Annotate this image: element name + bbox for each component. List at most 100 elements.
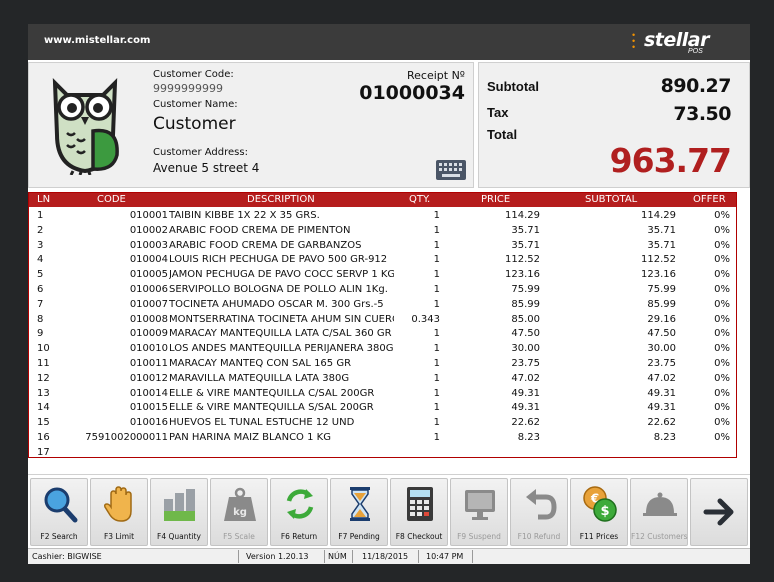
cell-subtotal: 75.99	[647, 284, 676, 295]
table-row[interactable]: 4 010004 LOUIS RICH PECHUGA DE PAVO 500 GR…	[29, 253, 736, 268]
cell-subtotal: 47.50	[647, 328, 676, 340]
table-row[interactable]: 16 7591002000011 PAN HARINA MAIZ BLANCO 1 …	[29, 431, 736, 446]
f12-customers-button[interactable]: F12 Customers	[630, 478, 688, 546]
f11-prices-button[interactable]: € $ F11 Prices	[570, 478, 628, 546]
table-row[interactable]: 17	[29, 446, 736, 461]
subtotal-value: 890.27	[660, 75, 732, 97]
cell-code: 010005	[129, 269, 168, 281]
cell-offer: 0%	[714, 269, 730, 281]
cell-offer: 0%	[714, 387, 730, 399]
cell-ln: 3	[37, 239, 44, 251]
cell-ln: 17	[37, 446, 50, 458]
cell-qty: 1	[433, 254, 440, 266]
f3-limit-button[interactable]: F3 Limit	[90, 478, 148, 546]
monitor-icon	[465, 490, 495, 520]
cell-offer: 0%	[714, 239, 730, 251]
cell-qty: 1	[433, 210, 440, 221]
keyboard-icon[interactable]	[435, 159, 467, 181]
cell-offer: 0%	[714, 358, 730, 369]
status-separator	[238, 550, 239, 563]
status-date: 11/18/2015	[362, 552, 409, 561]
weight-icon: kg	[224, 487, 256, 521]
f3-limit-label: F3 Limit	[103, 532, 135, 541]
cell-qty: 1	[433, 372, 440, 384]
header-code: CODE	[97, 194, 126, 205]
receipt-number: 01000034	[359, 82, 465, 104]
cell-description: ELLE & VIRE MANTEQUILLA S/SAL 200GR	[169, 402, 374, 414]
cell-price: 23.75	[511, 358, 540, 369]
svg-text:kg: kg	[233, 507, 247, 518]
table-row[interactable]: 9 010009 MARACAY MANTEQUILLA LATA C/SAL 36…	[29, 327, 736, 342]
f2-search-button[interactable]: F2 Search	[30, 478, 88, 546]
receipt-label: Receipt Nº	[407, 69, 465, 82]
cell-qty: 1	[433, 402, 440, 414]
status-version: Version 1.20.13	[246, 552, 309, 561]
cell-code: 010002	[129, 224, 168, 236]
pos-window: www.mistellar.com • • • stellar POS Custom…	[28, 24, 750, 564]
table-row[interactable]: 10 010010 LOS ANDES MANTEQUILLA PERIJANERA…	[29, 342, 736, 357]
table-row[interactable]: 3 010003 ARABIC FOOD CREMA DE GARBANZOS 1 35…	[29, 239, 736, 254]
cell-ln: 5	[37, 269, 44, 281]
table-row[interactable]: 5 010005 JAMON PECHUGA DE PAVO COCC SERVP …	[29, 268, 736, 283]
cell-code: 010001	[129, 210, 168, 221]
table-row[interactable]: 12 010012 MARAVILLA MATEQUILLA LATA 380G 1 4…	[29, 372, 736, 387]
cell-subtotal: 114.29	[641, 210, 676, 221]
customer-panel: Customer Code: 9999999999 Customer Name:…	[28, 62, 474, 188]
cell-offer: 0%	[714, 432, 730, 443]
logo-dots-icon: • • •	[632, 30, 636, 52]
cell-ln: 8	[37, 313, 44, 325]
status-separator	[352, 550, 353, 563]
stellar-logo: • • • stellar POS	[632, 29, 732, 55]
cell-offer: 0%	[714, 372, 730, 384]
f10-refund-button[interactable]: F10 Refund	[510, 478, 568, 546]
table-row[interactable]: 1 010001 TAIBIN KIBBE 1X 22 X 35 GRS. 1 114.…	[29, 209, 736, 224]
f9-suspend-label: F9 Suspend	[457, 532, 501, 541]
table-row[interactable]: 13 010014 ELLE & VIRE MANTEQUILLA C/SAL 20…	[29, 387, 736, 402]
f4-quantity-button[interactable]: F4 Quantity	[150, 478, 208, 546]
customer-code-value: 9999999999	[153, 82, 223, 95]
cell-qty: 1	[433, 269, 440, 281]
cell-description: HUEVOS EL TUNAL ESTUCHE 12 UND	[169, 417, 355, 429]
function-toolbar: F2 Search F3 Limit F4 Quantity kg F5 Sca…	[28, 474, 750, 548]
table-row[interactable]: 6 010006 SERVIPOLLO BOLOGNA DE POLLO ALIN …	[29, 283, 736, 298]
next-button[interactable]	[690, 478, 748, 546]
items-grid[interactable]: LN CODE DESCRIPTION QTY. PRICE SUBTOTAL …	[28, 192, 737, 458]
cell-subtotal: 22.62	[647, 417, 676, 429]
table-row[interactable]: 11 010011 MARACAY MANTEQ CON SAL 165 GR 1 23…	[29, 357, 736, 372]
cell-description: ELLE & VIRE MANTEQUILLA C/SAL 200GR	[169, 387, 375, 399]
f9-suspend-button[interactable]: F9 Suspend	[450, 478, 508, 546]
cell-price: 112.52	[505, 254, 540, 266]
cell-price: 49.31	[511, 402, 540, 414]
f7-pending-button[interactable]: F7 Pending	[330, 478, 388, 546]
totals-panel: Subtotal 890.27 Tax 73.50 Total 963.77	[478, 62, 750, 188]
table-row[interactable]: 8 010008 MONTSERRATINA TOCINETA AHUM SIN C…	[29, 313, 736, 328]
cell-price: 123.16	[505, 269, 540, 281]
cell-code: 010016	[129, 417, 168, 429]
f12-customers-label: F12 Customers	[631, 532, 688, 541]
title-bar: www.mistellar.com • • • stellar POS	[28, 24, 750, 60]
header-ln: LN	[37, 194, 51, 205]
cell-description: MARACAY MANTEQ CON SAL 165 GR	[169, 358, 352, 369]
table-row[interactable]: 7 010007 TOCINETA AHUMADO OSCAR M. 300 Grs…	[29, 298, 736, 313]
cell-subtotal: 8.23	[653, 432, 676, 443]
table-row[interactable]: 2 010002 ARABIC FOOD CREMA DE PIMENTON 1 35.…	[29, 224, 736, 239]
cell-qty: 1	[433, 358, 440, 369]
f8-checkout-label: F8 Checkout	[395, 532, 443, 541]
cell-subtotal: 30.00	[647, 343, 676, 355]
cell-price: 49.31	[511, 387, 540, 399]
cell-subtotal: 29.16	[647, 313, 676, 325]
cell-description: LOUIS RICH PECHUGA DE PAVO 500 GR-912	[169, 254, 388, 266]
cell-code: 010015	[129, 402, 168, 414]
f5-scale-button[interactable]: kg F5 Scale	[210, 478, 268, 546]
cell-price: 30.00	[511, 343, 540, 355]
grid-header: LN CODE DESCRIPTION QTY. PRICE SUBTOTAL …	[29, 193, 736, 207]
cell-description: ARABIC FOOD CREMA DE PIMENTON	[169, 224, 351, 236]
cell-description: MARAVILLA MATEQUILLA LATA 380G	[169, 372, 350, 384]
cell-ln: 12	[37, 372, 50, 384]
table-row[interactable]: 15 010016 HUEVOS EL TUNAL ESTUCHE 12 UND 1 2…	[29, 416, 736, 431]
arrow-right-icon	[703, 498, 734, 526]
f8-checkout-button[interactable]: F8 Checkout	[390, 478, 448, 546]
f6-return-button[interactable]: F6 Return	[270, 478, 328, 546]
cell-price: 75.99	[511, 284, 540, 295]
table-row[interactable]: 14 010015 ELLE & VIRE MANTEQUILLA S/SAL 20…	[29, 401, 736, 416]
